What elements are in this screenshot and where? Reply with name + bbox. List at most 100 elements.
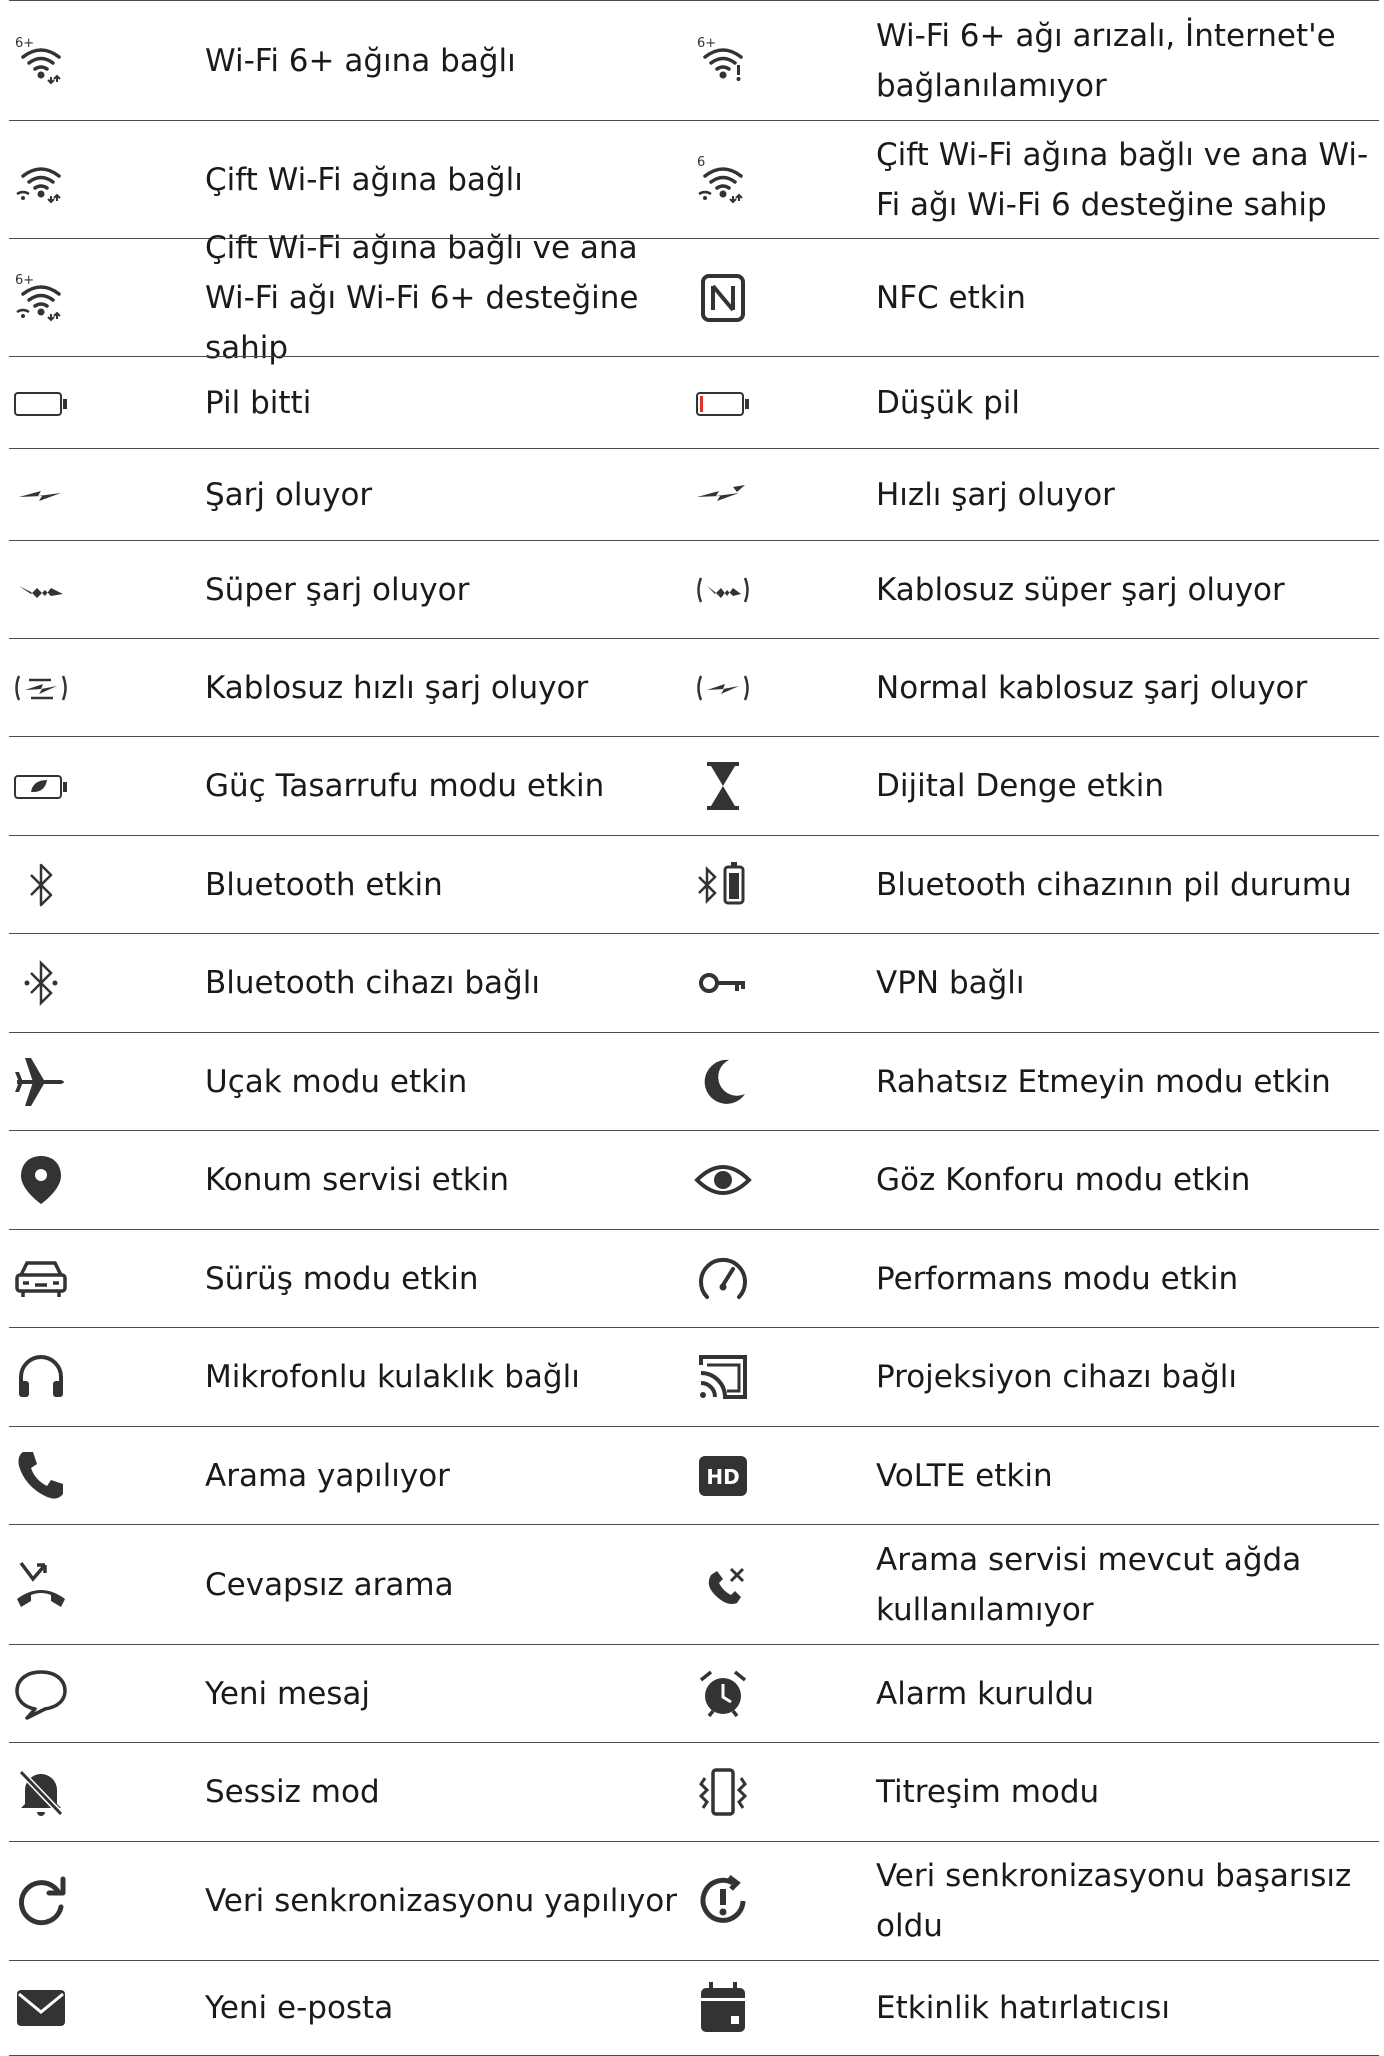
svg-text:6+: 6+ (697, 36, 716, 51)
email-envelope-icon (11, 1978, 71, 2038)
battery-empty-icon (11, 373, 71, 433)
table-row: Sürüş modu etkin Performans modu etkin (9, 1229, 1379, 1327)
table-row: Çift Wi-Fi ağına bağlı 6 Çift Wi-Fi ağın… (9, 120, 1379, 238)
table-row: Kablosuz hızlı şarj oluyor Normal kablos… (9, 638, 1379, 736)
table-row: Yeni e-posta Etkinlik hatırlatıcısı (9, 1960, 1379, 2056)
row-label-right: Hızlı şarj oluyor (876, 476, 1115, 513)
row-label-right: Düşük pil (876, 384, 1021, 421)
headset-icon (11, 1347, 71, 1407)
table-row: Güç Tasarrufu modu etkin Dijital Denge e… (9, 736, 1379, 835)
row-label-left: Konum servisi etkin (205, 1162, 510, 1198)
missed-call-icon (11, 1555, 71, 1615)
wifi6plus-icon: 6+ (11, 31, 71, 91)
svg-text:6: 6 (697, 155, 705, 170)
row-label-right: Dijital Denge etkin (876, 768, 1164, 804)
table-row: Arama yapılıyor HD VoLTE etkin (9, 1426, 1379, 1524)
table-row: Uçak modu etkin Rahatsız Etmeyin modu et… (9, 1032, 1379, 1130)
row-label-left: Süper şarj oluyor (205, 571, 470, 608)
cast-icon (693, 1347, 753, 1407)
hd-icon: HD (693, 1446, 753, 1506)
table-row: Mikrofonlu kulaklık bağlı Projeksiyon ci… (9, 1327, 1379, 1426)
row-label-left: Bluetooth cihazı bağlı (205, 965, 540, 1001)
dual-wifi-icon (11, 150, 71, 210)
bluetooth-icon (11, 855, 71, 915)
row-label-left: Mikrofonlu kulaklık bağlı (205, 1359, 580, 1395)
battery-low-icon (693, 373, 753, 433)
row-label-right: Rahatsız Etmeyin modu etkin (876, 1063, 1331, 1100)
message-bubble-icon (11, 1664, 71, 1724)
row-label-right: Veri senkronizasyonu başarısız oldu (876, 1858, 1352, 1944)
row-label-right: Projeksiyon cihazı bağlı (876, 1359, 1238, 1395)
row-label-left: Uçak modu etkin (205, 1063, 468, 1100)
charging-icon (11, 465, 71, 525)
row-label-right: Bluetooth cihazının pil durumu (876, 866, 1352, 903)
row-label-right: Wi-Fi 6+ ağı arızalı, İnternet'e bağlanı… (876, 17, 1336, 104)
row-label-left: Wi-Fi 6+ ağına bağlı (205, 42, 516, 79)
row-label-right: Normal kablosuz şarj oluyor (876, 669, 1308, 706)
row-label-left: Yeni mesaj (205, 1675, 371, 1712)
bluetooth-battery-icon (693, 855, 753, 915)
row-label-left: Pil bitti (205, 384, 312, 421)
alarm-clock-icon (693, 1664, 753, 1724)
table-row: Veri senkronizasyonu yapılıyor Veri senk… (9, 1841, 1379, 1960)
svg-text:6+: 6+ (15, 273, 34, 288)
nfc-icon (693, 268, 753, 328)
row-label-left: Sürüş modu etkin (205, 1260, 479, 1297)
wireless-charging-icon (693, 658, 753, 718)
row-label-right: Titreşim modu (876, 1774, 1100, 1810)
dual-wifi6plus-icon: 6+ (11, 268, 71, 328)
fast-charging-icon (693, 465, 753, 525)
hourglass-icon (693, 756, 753, 816)
row-label-right: Performans modu etkin (876, 1260, 1239, 1297)
eye-icon (693, 1150, 753, 1210)
wifi6plus-error-icon: 6+ (693, 31, 753, 91)
row-label-left: Çift Wi-Fi ağına bağlı (205, 161, 523, 198)
row-label-left: Kablosuz hızlı şarj oluyor (205, 669, 589, 706)
table-row: Şarj oluyor Hızlı şarj oluyor (9, 448, 1379, 540)
row-label-right: NFC etkin (876, 279, 1026, 316)
table-row: 6+ Wi-Fi 6+ ağına bağlı 6+ Wi-Fi 6+ ağı … (9, 0, 1379, 120)
row-label-right: Arama servisi mevcut ağda kullanılamıyor (876, 1541, 1302, 1628)
power-saving-icon (11, 756, 71, 816)
table-row: Sessiz mod Titreşim modu (9, 1742, 1379, 1841)
table-row: Bluetooth etkin Bluetooth cihazının pil … (9, 835, 1379, 933)
row-label-left: Cevapsız arama (205, 1566, 454, 1603)
moon-icon (693, 1052, 753, 1112)
wireless-super-charging-icon (693, 560, 753, 620)
sync-icon (11, 1871, 71, 1931)
table-row: Konum servisi etkin Göz Konforu modu etk… (9, 1130, 1379, 1229)
status-icons-table: 6+ Wi-Fi 6+ ağına bağlı 6+ Wi-Fi 6+ ağı … (9, 0, 1379, 2056)
airplane-icon (11, 1052, 71, 1112)
dual-wifi6-icon: 6 (693, 150, 753, 210)
location-pin-icon (11, 1150, 71, 1210)
speedometer-icon (693, 1249, 753, 1309)
table-row: Cevapsız arama Arama servisi mevcut ağda… (9, 1524, 1379, 1644)
row-label-left: Sessiz mod (205, 1774, 380, 1810)
call-unavailable-icon (693, 1555, 753, 1615)
row-label-right: Göz Konforu modu etkin (876, 1162, 1251, 1198)
row-label-left: Arama yapılıyor (205, 1457, 450, 1494)
table-row: Bluetooth cihazı bağlı VPN bağlı (9, 933, 1379, 1032)
bell-muted-icon (11, 1762, 71, 1822)
row-label-right: Kablosuz süper şarj oluyor (876, 571, 1285, 608)
row-label-left: Güç Tasarrufu modu etkin (205, 768, 605, 804)
table-row: Yeni mesaj Alarm kuruldu (9, 1644, 1379, 1742)
row-label-left: Şarj oluyor (205, 476, 373, 513)
wireless-fast-charging-icon (11, 658, 71, 718)
super-charging-icon (11, 560, 71, 620)
row-label-left: Yeni e-posta (205, 1990, 394, 2026)
row-label-right: Etkinlik hatırlatıcısı (876, 1990, 1170, 2026)
row-label-right: VPN bağlı (876, 965, 1025, 1001)
row-label-left: Bluetooth etkin (205, 866, 443, 903)
row-label-left: Çift Wi-Fi ağına bağlı ve ana Wi-Fi ağı … (205, 229, 639, 366)
row-label-right: Çift Wi-Fi ağına bağlı ve ana Wi-Fi ağı … (876, 136, 1369, 223)
table-row: Pil bitti Düşük pil (9, 356, 1379, 448)
table-row: Süper şarj oluyor Kablosuz süper şarj ol… (9, 540, 1379, 638)
sync-failed-icon (693, 1871, 753, 1931)
row-label-right: VoLTE etkin (876, 1457, 1053, 1494)
calendar-icon (693, 1978, 753, 2038)
svg-text:HD: HD (706, 1465, 739, 1489)
row-label-left: Veri senkronizasyonu yapılıyor (205, 1883, 677, 1919)
vibrate-icon (693, 1762, 753, 1822)
row-label-right: Alarm kuruldu (876, 1675, 1095, 1712)
